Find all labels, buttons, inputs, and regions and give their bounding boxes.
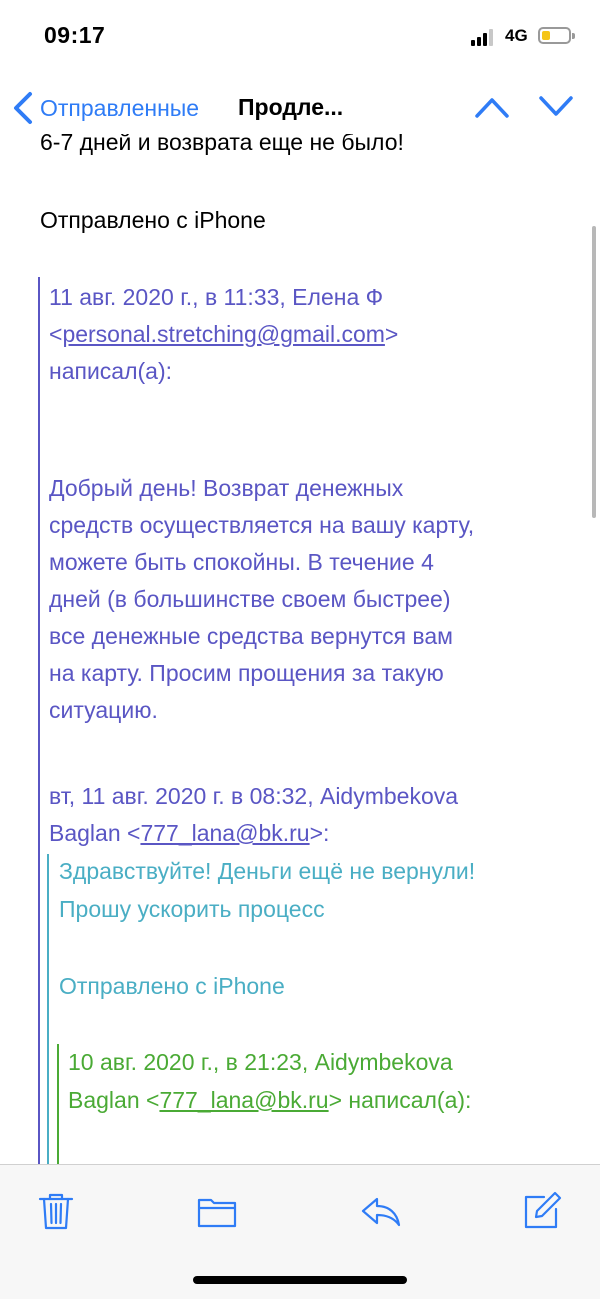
battery-icon: [538, 27, 575, 44]
home-indicator[interactable]: [193, 1276, 407, 1284]
message-subject-title: Продле...: [238, 94, 344, 120]
email-suffix: >:: [309, 820, 330, 846]
email-suffix: >: [384, 321, 399, 347]
email-signature: Отправлено с iPhone: [40, 207, 266, 233]
reply-icon[interactable]: [361, 1191, 401, 1231]
email-body: 6-7 дней и возврата еще не было! Отправл…: [0, 134, 600, 1164]
reply-header: вт, 11 авг. 2020 г. в 08:32, Aidymbekova: [49, 783, 459, 809]
quote-body-line: все денежные средства вернутся вам: [49, 623, 453, 649]
reply-header-email-line: Baglan <777_lana@bk.ru>:: [49, 815, 329, 852]
status-time: 09:17: [44, 22, 106, 48]
next-message-chevron-down-icon[interactable]: [538, 92, 574, 120]
quote-bar-level3: [57, 1044, 59, 1164]
folder-icon[interactable]: [197, 1191, 237, 1231]
quote-body-line: ситуацию.: [49, 697, 158, 723]
chevron-left-icon: [14, 92, 32, 124]
quote-header-wrote: написал(а):: [49, 358, 173, 384]
back-button[interactable]: Отправленные: [12, 88, 199, 128]
nav-bar: Отправленные Продле...: [0, 80, 600, 134]
quote-header-email-line: <personal.stretching@gmail.com>: [49, 316, 398, 353]
email-prefix: Baglan <: [49, 820, 141, 846]
signal-strength-icon: [471, 28, 497, 46]
back-button-label: Отправленные: [40, 94, 200, 121]
email-prefix: Baglan <: [68, 1087, 160, 1113]
previous-message-chevron-up-icon[interactable]: [474, 92, 510, 120]
quote-bar-level1: [38, 277, 40, 1164]
quote-body-line: Здравствуйте! Деньги ещё не вернули!: [59, 858, 476, 884]
scrollbar[interactable]: [592, 226, 596, 518]
quote-header: 11 авг. 2020 г., в 11:33, Елена Ф: [49, 284, 384, 310]
sender-email-link[interactable]: 777_lana@bk.ru: [159, 1087, 328, 1113]
email-prefix: <: [49, 321, 63, 347]
quote-body-line: средств осуществляется на вашу карту,: [49, 512, 475, 538]
quote-header-email-line: Baglan <777_lana@bk.ru> написал(а):: [68, 1082, 471, 1119]
sender-email-link[interactable]: personal.stretching@gmail.com: [62, 321, 384, 347]
quote-body-line: на карту. Просим прощения за такую: [49, 660, 444, 686]
network-type: 4G: [505, 26, 528, 45]
quote-bar-level2: [47, 854, 49, 1164]
quote-signature: Отправлено с iPhone: [59, 973, 285, 999]
email-suffix: > написал(а):: [328, 1087, 472, 1113]
quote-body-line: Прошу ускорить процесс: [59, 896, 325, 922]
quote-body-line: дней (в большинстве своем быстрее): [49, 586, 451, 612]
quote-header: 10 авг. 2020 г., в 21:23, Aidymbekova: [68, 1049, 453, 1075]
trash-icon[interactable]: [36, 1191, 76, 1231]
sender-email-link[interactable]: 777_lana@bk.ru: [140, 820, 309, 846]
quote-body-line: Добрый день! Возврат денежных: [49, 475, 404, 501]
status-bar: 09:17 4G: [0, 0, 600, 80]
email-text-line: 6-7 дней и возврата еще не было!: [40, 134, 404, 155]
compose-icon[interactable]: [522, 1191, 562, 1231]
quote-body-line: можете быть спокойны. В течение 4: [49, 549, 434, 575]
